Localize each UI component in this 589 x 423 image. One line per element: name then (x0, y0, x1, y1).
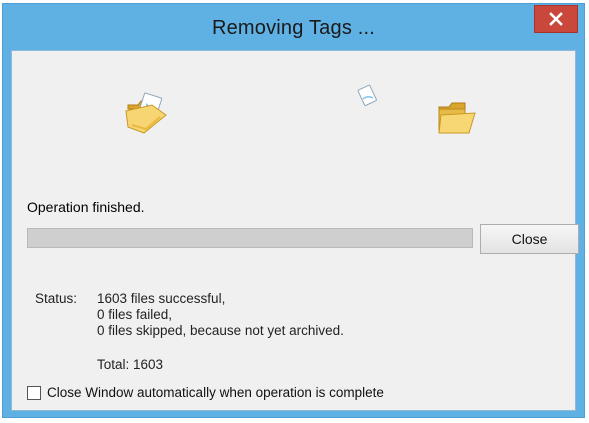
window-close-button[interactable] (534, 5, 578, 33)
document-icon (357, 84, 377, 106)
folder-open-icon (125, 92, 167, 134)
status-label: Status: (35, 291, 78, 306)
close-button[interactable]: Close (480, 224, 579, 254)
progress-bar (27, 228, 473, 248)
operation-status-text: Operation finished. (27, 199, 145, 215)
close-icon (549, 12, 563, 26)
removing-tags-dialog: Removing Tags ... Operation finished. Cl… (2, 3, 585, 418)
title-bar[interactable]: Removing Tags ... (3, 4, 584, 50)
status-line-skipped: 0 files skipped, because not yet archive… (97, 323, 344, 338)
status-line-successful: 1603 files successful, (97, 291, 226, 306)
auto-close-label: Close Window automatically when operatio… (47, 385, 384, 400)
total-count: Total: 1603 (97, 357, 164, 372)
folder-icon (438, 102, 476, 134)
window-title: Removing Tags ... (211, 17, 376, 39)
dialog-content: Operation finished. Close Status: 1603 f… (11, 50, 579, 411)
status-details: 1603 files successful, 0 files failed, 0… (97, 291, 344, 339)
status-line-failed: 0 files failed, (97, 307, 173, 322)
auto-close-option[interactable]: Close Window automatically when operatio… (27, 385, 384, 400)
auto-close-checkbox[interactable] (27, 385, 41, 400)
